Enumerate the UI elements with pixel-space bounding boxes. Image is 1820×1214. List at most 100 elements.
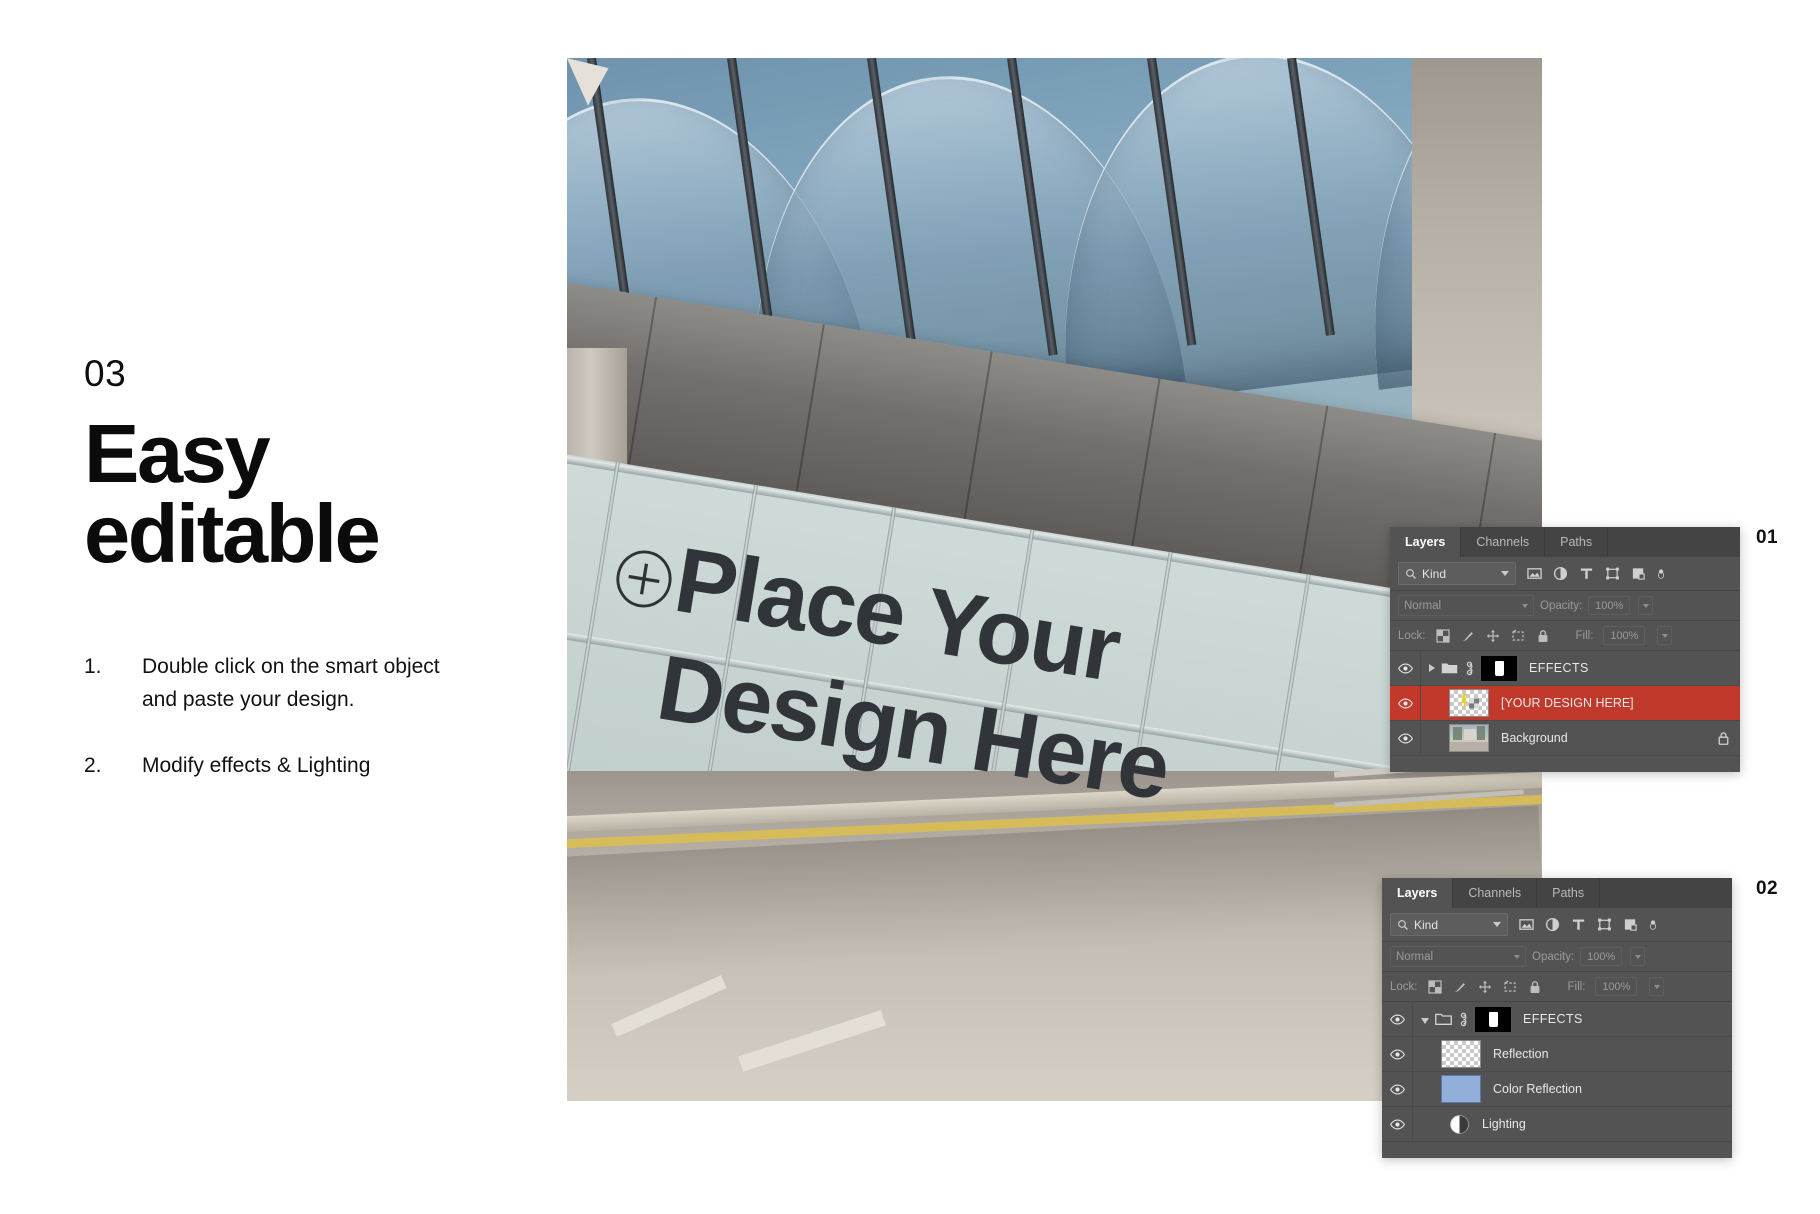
adjustment-filter-icon[interactable]	[1553, 566, 1568, 581]
layers-list: EFFECTS [YOUR DESIGN HERE] Background	[1390, 651, 1740, 756]
panel-footer	[1382, 1142, 1732, 1158]
group-disclosure-triangle[interactable]	[1429, 664, 1435, 672]
lock-transparent-pixels-icon[interactable]	[1427, 979, 1442, 994]
fill-stepper[interactable]	[1649, 977, 1665, 996]
filter-kind-select[interactable]: Kind	[1398, 562, 1516, 585]
layer-thumbnail[interactable]	[1449, 724, 1489, 752]
tab-channels[interactable]: Channels	[1461, 527, 1546, 557]
smart-object-filter-icon[interactable]	[1623, 917, 1638, 932]
fill-value[interactable]: 100%	[1595, 977, 1638, 996]
opacity-stepper[interactable]	[1638, 596, 1654, 615]
fill-value[interactable]: 100%	[1603, 626, 1646, 645]
blend-mode-value: Normal	[1404, 599, 1442, 612]
adjustment-filter-icon[interactable]	[1545, 917, 1560, 932]
image-filter-icon[interactable]	[1527, 566, 1542, 581]
tab-layers[interactable]: Layers	[1382, 878, 1454, 908]
filter-type-icons	[1519, 917, 1659, 933]
shape-filter-icon[interactable]	[1605, 566, 1620, 581]
table-row[interactable]: [YOUR DESIGN HERE]	[1390, 686, 1740, 721]
layer-thumbnail[interactable]	[1449, 689, 1489, 717]
table-row[interactable]: EFFECTS	[1382, 1002, 1732, 1037]
toggle-filters-icon[interactable]	[1649, 917, 1659, 933]
table-row[interactable]: Color Reflection	[1382, 1072, 1732, 1107]
opacity-label: Opacity:	[1532, 950, 1575, 963]
smart-object-filter-icon[interactable]	[1631, 566, 1646, 581]
lock-icon	[1718, 731, 1729, 745]
toggle-filters-icon[interactable]	[1657, 566, 1667, 582]
layer-name: EFFECTS	[1523, 1012, 1583, 1026]
tab-paths[interactable]: Paths	[1545, 527, 1609, 557]
lock-artboard-icon[interactable]	[1511, 629, 1525, 643]
tab-paths[interactable]: Paths	[1537, 878, 1601, 908]
panel-marker-01: 01	[1756, 527, 1778, 548]
type-filter-icon[interactable]	[1579, 566, 1594, 581]
layer-visibility-toggle[interactable]	[1390, 721, 1421, 755]
eye-icon	[1389, 1084, 1405, 1094]
panel-marker-02: 02	[1756, 878, 1778, 899]
layer-thumbnail[interactable]	[1441, 1075, 1481, 1103]
lock-option-icons	[1435, 628, 1550, 643]
step-number: 03	[84, 353, 127, 394]
filter-kind-label: Kind	[1422, 566, 1447, 581]
blend-mode-select[interactable]: Normal	[1390, 946, 1526, 967]
table-row[interactable]: Reflection	[1382, 1037, 1732, 1072]
layer-visibility-toggle[interactable]	[1382, 1002, 1413, 1036]
layer-visibility-toggle[interactable]	[1390, 651, 1421, 685]
opacity-label: Opacity:	[1540, 599, 1583, 612]
tab-layers[interactable]: Layers	[1390, 527, 1462, 557]
filter-kind-select[interactable]: Kind	[1390, 913, 1508, 936]
eye-icon	[1389, 1049, 1405, 1059]
chevron-down-icon[interactable]	[1522, 603, 1528, 608]
lock-all-icon[interactable]	[1536, 629, 1550, 643]
shape-filter-icon[interactable]	[1597, 917, 1612, 932]
lock-image-pixels-icon[interactable]	[1453, 980, 1467, 994]
layers-panel-01[interactable]: Layers Channels Paths Kind Normal Opacit…	[1390, 527, 1740, 772]
opacity-value[interactable]: 100%	[1588, 596, 1631, 615]
link-icon[interactable]	[1458, 1012, 1469, 1027]
fill-stepper[interactable]	[1657, 626, 1673, 645]
layer-visibility-toggle[interactable]	[1382, 1037, 1413, 1071]
lock-image-pixels-icon[interactable]	[1461, 629, 1475, 643]
table-row[interactable]: EFFECTS	[1390, 651, 1740, 686]
layer-visibility-toggle[interactable]	[1382, 1107, 1413, 1141]
link-icon[interactable]	[1464, 661, 1475, 676]
table-row[interactable]: Background	[1390, 721, 1740, 756]
layer-thumbnail[interactable]	[1441, 1040, 1481, 1068]
layers-panel-02[interactable]: Layers Channels Paths Kind Normal Opacit…	[1382, 878, 1732, 1158]
list-item-text: Modify effects & Lighting	[142, 754, 371, 778]
type-filter-icon[interactable]	[1571, 917, 1586, 932]
lock-position-icon[interactable]	[1478, 980, 1492, 994]
image-filter-icon[interactable]	[1519, 917, 1534, 932]
list-item-index: 1.	[84, 655, 102, 679]
blend-mode-select[interactable]: Normal	[1398, 595, 1534, 616]
layer-mask-thumbnail[interactable]	[1481, 655, 1517, 681]
layer-visibility-toggle[interactable]	[1382, 1072, 1413, 1106]
table-row[interactable]: Lighting	[1382, 1107, 1732, 1142]
page-title: Easy editable	[84, 412, 514, 574]
lock-all-icon[interactable]	[1528, 980, 1542, 994]
layer-visibility-toggle[interactable]	[1390, 686, 1421, 720]
chevron-down-icon[interactable]	[1514, 954, 1520, 959]
smart-object-thumbnail-art	[1461, 693, 1479, 712]
circle-plus-icon	[616, 550, 672, 608]
adjustment-layer-thumbnail[interactable]	[1449, 1114, 1470, 1135]
lock-artboard-icon[interactable]	[1503, 980, 1517, 994]
layer-name: Background	[1501, 731, 1568, 745]
search-icon	[1406, 568, 1416, 579]
lock-transparent-pixels-icon[interactable]	[1435, 628, 1450, 643]
chevron-down-icon[interactable]	[1493, 922, 1501, 927]
layer-name: EFFECTS	[1529, 661, 1589, 675]
lock-position-icon[interactable]	[1486, 629, 1500, 643]
fill-label: Fill:	[1567, 980, 1586, 993]
tab-channels[interactable]: Channels	[1453, 878, 1538, 908]
tab-bar-filler	[1600, 878, 1732, 908]
instruction-list: 1. Double click on the smart object and …	[84, 651, 514, 783]
blend-mode-row: Normal Opacity: 100%	[1382, 942, 1732, 972]
group-disclosure-triangle[interactable]	[1421, 1017, 1429, 1024]
opacity-value[interactable]: 100%	[1580, 947, 1623, 966]
search-icon	[1398, 919, 1408, 930]
layer-mask-thumbnail[interactable]	[1475, 1006, 1511, 1032]
eye-icon	[1397, 698, 1413, 708]
chevron-down-icon[interactable]	[1501, 571, 1509, 576]
opacity-stepper[interactable]	[1630, 947, 1646, 966]
